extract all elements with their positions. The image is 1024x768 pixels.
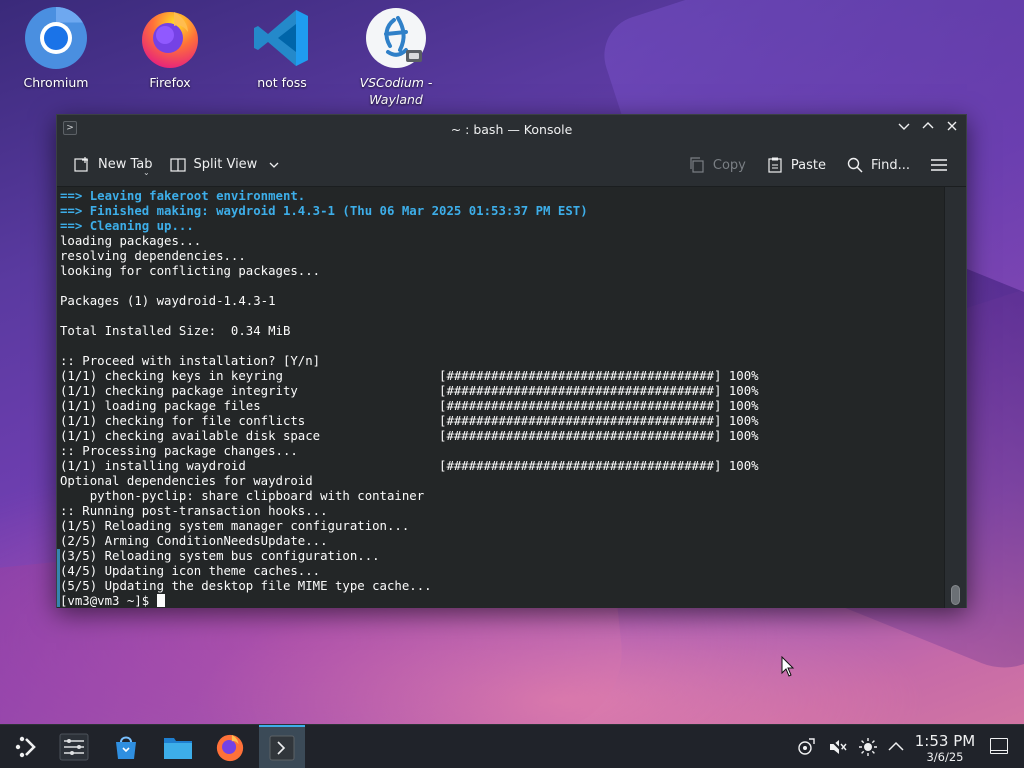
copy-label: Copy [712,157,746,173]
chevron-down-icon [269,162,279,168]
volume-muted-icon[interactable] [828,737,848,757]
find-label: Find... [870,157,910,173]
store-bag-icon [116,736,136,759]
shell-prompt: [vm3@vm3 ~]$ [60,594,157,608]
chromium-icon [24,6,88,70]
split-view-button[interactable]: Split View [161,152,289,178]
taskbar-dolphin[interactable] [155,725,201,768]
konsole-app-icon[interactable]: > [63,121,77,135]
vscodium-icon [364,6,428,70]
taskbar-system-settings[interactable] [51,725,97,768]
split-view-label: Split View [193,157,258,172]
chevron-down-icon: ⌄ [143,167,150,177]
hamburger-menu-icon [931,159,947,171]
network-icon[interactable] [796,737,816,757]
close-icon [947,121,957,131]
desktop-icon-label: VSCodium - Wayland [359,75,433,107]
copy-icon [690,157,704,173]
terminal-line: (1/1) installing waydroid [#############… [60,459,759,473]
terminal-line: Optional dependencies for waydroid [60,474,313,488]
taskbar-discover[interactable] [103,725,149,768]
mouse-cursor-icon [781,655,795,682]
terminal-scrollbar[interactable] [944,187,966,608]
terminal-line: loading packages... [60,234,202,248]
terminal-line: (4/5) Updating icon theme caches... [60,564,321,578]
copy-button[interactable]: Copy [680,152,754,178]
konsole-toolbar: New Tab ⌄ Split View Copy Paste Find... [57,143,966,187]
konsole-terminal-icon [269,735,295,761]
text-cursor [156,594,165,607]
desktop-icon-chromium[interactable]: Chromium [6,6,106,91]
terminal-line: (1/1) loading package files [###########… [60,399,759,413]
desktop-icon-firefox[interactable]: Firefox [120,6,220,91]
terminal-line: ==> Finished making: waydroid 1.4.3-1 (T… [60,204,588,218]
terminal-line: (1/1) checking keys in keyring [########… [60,369,759,383]
terminal-line: Packages (1) waydroid-1.4.3-1 [60,294,276,308]
terminal-line: python-pyclip: share clipboard with cont… [60,489,425,503]
paste-button[interactable]: Paste [758,152,834,178]
taskbar-firefox[interactable] [207,725,253,768]
chevron-down-icon [898,123,910,130]
terminal-line: :: Proceed with installation? [Y/n] [60,354,321,368]
terminal-line: (1/1) checking package integrity [######… [60,384,759,398]
window-titlebar[interactable]: > ~ : bash — Konsole [57,115,966,143]
show-desktop-button[interactable] [990,738,1008,754]
terminal-output[interactable]: ==> Leaving fakeroot environment. ==> Fin… [57,187,946,608]
minimize-button[interactable] [894,119,914,139]
terminal-line: ==> Leaving fakeroot environment. [60,189,306,203]
desktop-icon-vscodium[interactable]: VSCodium - Wayland [346,6,446,108]
desktop-icon-label: not foss [257,75,307,90]
terminal-line: (1/1) checking for file conflicts [#####… [60,414,759,428]
terminal-line: looking for conflicting packages... [60,264,321,278]
terminal-line: (3/5) Reloading system bus configuration… [60,549,380,563]
new-tab-button[interactable]: New Tab ⌄ [65,152,161,178]
window-title: ~ : bash — Konsole [450,121,573,137]
scroll-marker [57,549,60,607]
taskbar-konsole[interactable] [259,725,305,768]
terminal-line: resolving dependencies... [60,249,246,263]
hamburger-menu-button[interactable] [922,152,956,178]
konsole-window[interactable]: > ~ : bash — Konsole New Tab ⌄ Split Vie… [56,114,967,608]
tray-expand-chevron-up-icon[interactable] [886,737,906,757]
find-button[interactable]: Find... [838,152,918,178]
close-button[interactable] [942,119,962,139]
digital-clock[interactable]: 1:53 PM 3/6/25 [906,732,984,764]
terminal-line: (1/5) Reloading system manager configura… [60,519,410,533]
paste-icon [768,157,782,173]
terminal-line: (1/1) checking available disk space [###… [60,429,759,443]
terminal-line: (5/5) Updating the desktop file MIME typ… [60,579,432,593]
settings-icon [59,733,89,761]
paste-label: Paste [790,157,826,173]
new-tab-icon [74,156,88,172]
taskbar: 1:53 PM 3/6/25 [0,724,1024,768]
clock-time: 1:53 PM [914,732,976,750]
desktop-icon-label: Firefox [149,75,191,90]
scrollbar-thumb[interactable] [951,585,960,605]
application-launcher-button[interactable] [4,725,50,768]
terminal-line: :: Running post-transaction hooks... [60,504,328,518]
firefox-icon [138,6,202,70]
clock-date: 3/6/25 [926,750,964,764]
folder-icon [164,738,192,759]
maximize-button[interactable] [918,119,938,139]
vscode-icon [250,6,314,70]
kde-launcher-icon [15,736,36,758]
desktop-icon-label: Chromium [23,75,89,90]
brightness-icon[interactable] [858,737,878,757]
terminal-line: ==> Cleaning up... [60,219,194,233]
firefox-icon [216,734,244,762]
terminal-line: Total Installed Size: 0.34 MiB [60,324,291,338]
search-icon [847,157,863,173]
chevron-up-icon [922,122,934,129]
terminal-line: (2/5) Arming ConditionNeedsUpdate... [60,534,328,548]
split-view-icon [169,157,186,172]
desktop-icon-vscode[interactable]: not foss [232,6,332,91]
terminal-prompt-line[interactable]: [vm3@vm3 ~]$ [60,594,946,608]
terminal-line: :: Processing package changes... [60,444,298,458]
